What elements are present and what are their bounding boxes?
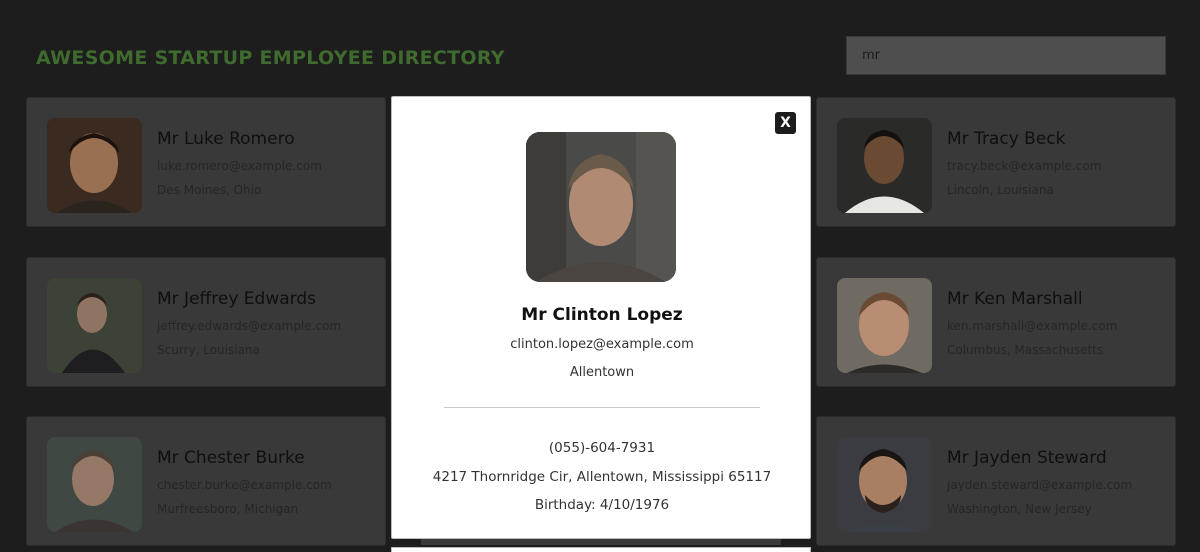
close-button[interactable]: X xyxy=(775,112,796,134)
modal-email: clinton.lopez@example.com xyxy=(510,337,694,352)
divider xyxy=(444,407,760,408)
modal-avatar xyxy=(526,132,676,282)
modal-birthday: Birthday: 4/10/1976 xyxy=(534,497,670,513)
modal-overlay[interactable]: X Mr Clinton Lopez clinton.lopez@example… xyxy=(0,0,1200,552)
avatar-image xyxy=(526,132,676,282)
card-peek xyxy=(421,539,781,545)
modal-address: 4217 Thornridge Cir, Allentown, Mississi… xyxy=(432,469,772,485)
modal-name: Mr Clinton Lopez xyxy=(521,305,683,325)
employee-modal: X Mr Clinton Lopez clinton.lopez@example… xyxy=(391,96,811,539)
modal-city: Allentown xyxy=(569,365,635,380)
modal-phone: (055)-604-7931 xyxy=(548,440,656,456)
next-modal-peek xyxy=(391,547,811,552)
